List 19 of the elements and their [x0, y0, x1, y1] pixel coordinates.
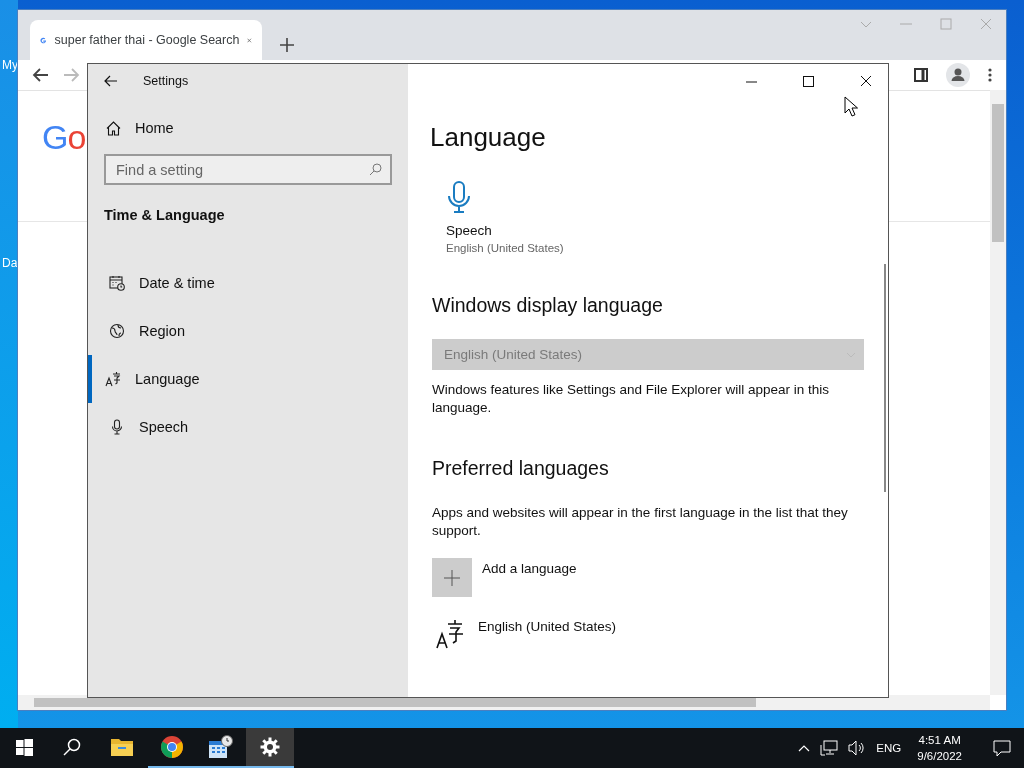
- nav-item[interactable]: Region: [88, 307, 408, 355]
- section-heading: Windows display language: [432, 294, 664, 317]
- nav-item[interactable]: Language: [88, 355, 408, 403]
- window-title: Settings: [143, 74, 189, 88]
- home-link[interactable]: Home: [106, 120, 408, 136]
- search-field[interactable]: Find a setting: [104, 154, 392, 185]
- section-heading: Preferred languages: [432, 457, 610, 480]
- speech-tile[interactable]: Speech English (United States): [446, 181, 888, 254]
- add-language-link[interactable]: Add a language: [482, 561, 577, 576]
- description-text: Apps and websites will appear in the first language in the list that they support.: [432, 504, 849, 540]
- language-indicator[interactable]: ENG: [876, 742, 902, 754]
- clock[interactable]: 4:51 AM 9/6/2022: [917, 732, 962, 764]
- description-text: Windows features like Settings and File Explorer will appear in this language.: [432, 381, 830, 417]
- browser-tab[interactable]: super father thai - Google Search: [30, 20, 262, 60]
- page-heading: Language: [430, 122, 547, 153]
- nav-item[interactable]: Date & time: [88, 259, 408, 307]
- section-heading: Time & Language: [104, 207, 226, 223]
- nav-item[interactable]: Speech: [88, 403, 408, 451]
- language-name[interactable]: English (United States): [478, 619, 617, 634]
